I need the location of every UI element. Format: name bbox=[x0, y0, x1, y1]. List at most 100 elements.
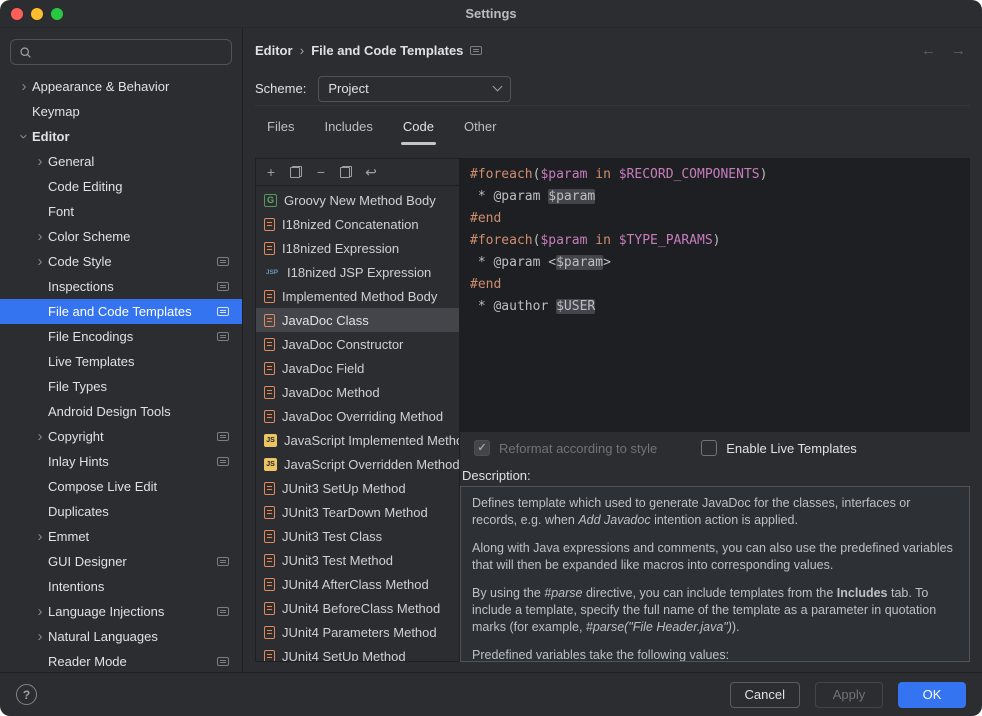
template-file-icon bbox=[264, 554, 275, 567]
template-file-icon bbox=[264, 242, 275, 255]
sidebar-item-language-injections[interactable]: ›Language Injections bbox=[0, 599, 242, 624]
template-item-junit4-parameters-method[interactable]: JUnit4 Parameters Method bbox=[256, 620, 459, 644]
template-file-icon bbox=[264, 578, 275, 591]
sidebar-item-inspections[interactable]: ›Inspections bbox=[0, 274, 242, 299]
search-input[interactable] bbox=[38, 45, 223, 60]
template-item-javascript-overridden-method-body[interactable]: JSJavaScript Overridden Method Body bbox=[256, 452, 459, 476]
reformat-checkbox[interactable]: ✓ Reformat according to style bbox=[474, 440, 657, 456]
tab-other[interactable]: Other bbox=[452, 106, 509, 146]
cancel-button[interactable]: Cancel bbox=[730, 682, 800, 708]
scheme-select[interactable]: Project bbox=[318, 76, 511, 102]
chevron-icon[interactable]: › bbox=[32, 154, 48, 169]
chevron-icon[interactable]: › bbox=[32, 229, 48, 244]
template-item-junit4-setup-method[interactable]: JUnit4 SetUp Method bbox=[256, 644, 459, 661]
template-item-label: I18nized Expression bbox=[282, 241, 399, 256]
template-item-javadoc-field[interactable]: JavaDoc Field bbox=[256, 356, 459, 380]
scheme-label: Scheme: bbox=[255, 81, 306, 96]
sidebar-item-code-editing[interactable]: ›Code Editing bbox=[0, 174, 242, 199]
help-icon[interactable]: ? bbox=[16, 684, 37, 705]
template-item-label: JUnit4 AfterClass Method bbox=[282, 577, 429, 592]
ok-button[interactable]: OK bbox=[898, 682, 966, 708]
chevron-icon[interactable]: › bbox=[32, 429, 48, 444]
sidebar-item-gui-designer[interactable]: ›GUI Designer bbox=[0, 549, 242, 574]
sidebar-item-color-scheme[interactable]: ›Color Scheme bbox=[0, 224, 242, 249]
sidebar-item-emmet[interactable]: ›Emmet bbox=[0, 524, 242, 549]
template-item-label: JUnit4 Parameters Method bbox=[282, 625, 437, 640]
template-item-i18nized-concatenation[interactable]: I18nized Concatenation bbox=[256, 212, 459, 236]
sidebar-item-intentions[interactable]: ›Intentions bbox=[0, 574, 242, 599]
apply-button[interactable]: Apply bbox=[815, 682, 883, 708]
template-item-javadoc-overriding-method[interactable]: JavaDoc Overriding Method bbox=[256, 404, 459, 428]
sidebar-item-file-and-code-templates[interactable]: ›File and Code Templates bbox=[0, 299, 242, 324]
template-editor[interactable]: #foreach($param in $RECORD_COMPONENTS) *… bbox=[460, 158, 970, 432]
chevron-icon[interactable]: › bbox=[17, 129, 32, 145]
template-item-junit3-test-class[interactable]: JUnit3 Test Class bbox=[256, 524, 459, 548]
sidebar-item-copyright[interactable]: ›Copyright bbox=[0, 424, 242, 449]
titlebar: Settings bbox=[0, 0, 982, 28]
template-panels: + − ↩ GGroovy New Method BodyI18nized Co… bbox=[255, 158, 970, 662]
description-box[interactable]: Defines template which used to generate … bbox=[460, 486, 970, 662]
template-item-implemented-method-body[interactable]: Implemented Method Body bbox=[256, 284, 459, 308]
sidebar-item-code-style[interactable]: ›Code Style bbox=[0, 249, 242, 274]
close-window-button[interactable] bbox=[11, 8, 23, 20]
template-item-groovy-new-method-body[interactable]: GGroovy New Method Body bbox=[256, 188, 459, 212]
template-item-i18nized-expression[interactable]: I18nized Expression bbox=[256, 236, 459, 260]
breadcrumb-separator-icon: › bbox=[300, 42, 305, 58]
chevron-icon[interactable]: › bbox=[32, 529, 48, 544]
revert-template-icon[interactable]: ↩ bbox=[364, 165, 378, 179]
sidebar-item-font[interactable]: ›Font bbox=[0, 199, 242, 224]
template-item-junit4-afterclass-method[interactable]: JUnit4 AfterClass Method bbox=[256, 572, 459, 596]
forward-icon[interactable]: → bbox=[951, 42, 966, 59]
chevron-icon[interactable]: › bbox=[32, 604, 48, 619]
minimize-window-button[interactable] bbox=[31, 8, 43, 20]
sidebar-item-general[interactable]: ›General bbox=[0, 149, 242, 174]
template-item-label: JUnit3 Test Method bbox=[282, 553, 393, 568]
template-item-junit4-beforeclass-method[interactable]: JUnit4 BeforeClass Method bbox=[256, 596, 459, 620]
template-item-javascript-implemented-method-body[interactable]: JSJavaScript Implemented Method Body bbox=[256, 428, 459, 452]
chevron-icon[interactable]: › bbox=[16, 79, 32, 94]
add-template-icon[interactable]: + bbox=[264, 165, 278, 179]
sidebar-item-inlay-hints[interactable]: ›Inlay Hints bbox=[0, 449, 242, 474]
sidebar-item-compose-live-edit[interactable]: ›Compose Live Edit bbox=[0, 474, 242, 499]
tab-code[interactable]: Code bbox=[391, 106, 446, 146]
sidebar-item-natural-languages[interactable]: ›Natural Languages bbox=[0, 624, 242, 649]
sidebar-item-appearance-behavior[interactable]: ›Appearance & Behavior bbox=[0, 74, 242, 99]
template-item-junit3-setup-method[interactable]: JUnit3 SetUp Method bbox=[256, 476, 459, 500]
template-item-javadoc-constructor[interactable]: JavaDoc Constructor bbox=[256, 332, 459, 356]
sidebar-item-android-design-tools[interactable]: ›Android Design Tools bbox=[0, 399, 242, 424]
template-file-icon bbox=[264, 338, 275, 351]
sidebar-item-keymap[interactable]: ›Keymap bbox=[0, 99, 242, 124]
sidebar-item-live-templates[interactable]: ›Live Templates bbox=[0, 349, 242, 374]
template-item-junit3-teardown-method[interactable]: JUnit3 TearDown Method bbox=[256, 500, 459, 524]
zoom-window-button[interactable] bbox=[51, 8, 63, 20]
sidebar-item-editor[interactable]: ›Editor bbox=[0, 124, 242, 149]
template-item-javadoc-class[interactable]: JavaDoc Class bbox=[256, 308, 459, 332]
breadcrumb-editor[interactable]: Editor bbox=[255, 43, 293, 58]
duplicate-template-icon[interactable] bbox=[340, 166, 352, 178]
code-line: * @param <$param> bbox=[470, 252, 960, 274]
tab-includes[interactable]: Includes bbox=[312, 106, 384, 146]
remove-template-icon[interactable]: − bbox=[314, 165, 328, 179]
sidebar-item-file-encodings[interactable]: ›File Encodings bbox=[0, 324, 242, 349]
sidebar-item-label: Intentions bbox=[48, 579, 104, 594]
sidebar-item-reader-mode[interactable]: ›Reader Mode bbox=[0, 649, 242, 672]
chevron-icon[interactable]: › bbox=[32, 254, 48, 269]
template-item-label: JavaDoc Constructor bbox=[282, 337, 403, 352]
copy-template-icon[interactable] bbox=[290, 166, 302, 178]
template-file-icon bbox=[264, 482, 275, 495]
template-item-javadoc-method[interactable]: JavaDoc Method bbox=[256, 380, 459, 404]
back-icon[interactable]: ← bbox=[921, 42, 936, 59]
template-file-icon bbox=[264, 290, 275, 303]
template-item-label: JUnit3 TearDown Method bbox=[282, 505, 428, 520]
template-item-junit3-test-method[interactable]: JUnit3 Test Method bbox=[256, 548, 459, 572]
tab-files[interactable]: Files bbox=[255, 106, 306, 146]
sidebar-item-duplicates[interactable]: ›Duplicates bbox=[0, 499, 242, 524]
chevron-icon[interactable]: › bbox=[32, 629, 48, 644]
template-file-icon bbox=[264, 314, 275, 327]
settings-tree: ›Appearance & Behavior›Keymap›Editor›Gen… bbox=[0, 74, 242, 672]
settings-search[interactable] bbox=[10, 39, 232, 65]
enable-live-templates-checkbox[interactable]: ✓ Enable Live Templates bbox=[701, 440, 857, 456]
options-row: ✓ Reformat according to style ✓ Enable L… bbox=[460, 432, 970, 464]
template-item-i18nized-jsp-expression[interactable]: JSPI18nized JSP Expression bbox=[256, 260, 459, 284]
sidebar-item-file-types[interactable]: ›File Types bbox=[0, 374, 242, 399]
